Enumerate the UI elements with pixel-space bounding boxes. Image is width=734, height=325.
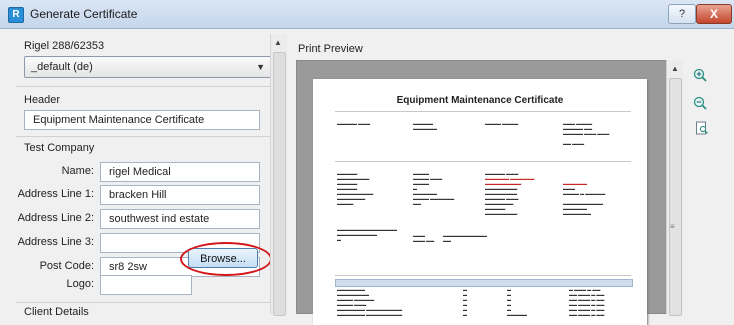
results-table-rows: ▬ ▬ ▬ ▬ ▬ ▬ bbox=[463, 287, 467, 317]
page-text-block: ▬▬▬▬▬ ▬▬▬▬▬▬ bbox=[413, 121, 437, 131]
page-rule bbox=[335, 111, 631, 112]
page-text-block: ▬▬▬▬▬▬▬▬▬▬▬ ▬▬ bbox=[443, 233, 487, 243]
template-dropdown-value: _default (de) bbox=[31, 61, 93, 73]
page-text-block: ▬▬▬▬▬ ▬▬▬ bbox=[337, 121, 371, 126]
page-rule bbox=[335, 275, 631, 276]
template-dropdown[interactable]: _default (de) ▼ bbox=[24, 56, 272, 78]
divider bbox=[16, 136, 286, 137]
close-button[interactable]: X bbox=[696, 4, 732, 24]
results-table-rows: ▬ ▬▬▬ ▬ ▬▬ ▬▬ ▬▬▬ ▬ ▬▬ ▬▬ ▬▬▬ ▬ ▬▬ ▬▬ ▬▬▬ ▬… bbox=[569, 287, 605, 317]
results-table-header bbox=[335, 279, 633, 287]
header-input[interactable]: Equipment Maintenance Certificate bbox=[24, 110, 260, 130]
results-table-rows: ▬▬▬▬▬▬▬ ▬▬▬▬▬▬▬▬ ▬▬▬▬ ▬▬▬▬▬ ▬▬▬▬ ▬▬▬ ▬▬▬▬▬▬▬… bbox=[337, 287, 403, 317]
logo-label: Logo: bbox=[66, 278, 94, 290]
title-bar: R Generate Certificate ? X bbox=[0, 0, 734, 29]
divider bbox=[16, 86, 286, 87]
client-details-label: Client Details bbox=[24, 306, 89, 318]
help-button[interactable]: ? bbox=[668, 4, 696, 24]
zoom-out-icon[interactable] bbox=[693, 96, 707, 110]
chevron-down-icon: ▼ bbox=[256, 62, 265, 72]
window-title: Generate Certificate bbox=[30, 7, 138, 21]
page-text-block: ▬▬▬▬▬▬ ▬▬▬ ▬▬▬▬ ▬ ▬▬▬▬▬ ▬▬▬▬▬▬▬▬▬▬ ▬▬▬▬▬▬ ▬▬▬… bbox=[563, 181, 606, 216]
print-preview-label: Print Preview bbox=[298, 43, 363, 55]
logo-path-input[interactable] bbox=[100, 275, 192, 295]
address-line-2-input[interactable]: southwest ind estate bbox=[100, 209, 260, 229]
page-text-block: ▬▬▬ ▬▬▬▬ ▬▬▬▬▬ ▬▬ ▬▬▬▬▬ ▬▬▬ ▬▬▬ ▬▬ ▬▬▬ bbox=[563, 121, 610, 146]
page-view-icon[interactable] bbox=[695, 121, 709, 135]
name-label: Name: bbox=[61, 165, 94, 177]
page-text-block: ▬▬▬ ▬▬▬ ▬▬ bbox=[413, 233, 435, 243]
page-text-block: ▬▬▬▬▬ ▬▬▬: ▬▬▬▬▬▬ ▬▬▬▬▬▬: ▬▬▬▬▬▬▬▬▬: ▬▬▬▬▬▬… bbox=[485, 171, 536, 216]
preview-scrollbar[interactable]: ▲ ≡ bbox=[666, 60, 683, 316]
app-icon: R bbox=[8, 7, 24, 23]
scroll-thumb[interactable] bbox=[273, 52, 286, 316]
page-text-block: ▬▬▬▬▬: ▬▬▬▬▬▬▬▬: ▬▬▬▬▬: ▬▬▬▬▬: ▬▬▬▬▬▬▬▬▬: ▬▬▬… bbox=[337, 171, 375, 206]
scroll-thumb[interactable] bbox=[669, 78, 682, 316]
scroll-up-icon[interactable]: ▲ bbox=[274, 38, 282, 47]
certificate-page: Equipment Maintenance Certificate ▬▬▬▬▬ … bbox=[313, 79, 647, 325]
page-text-block: ▬▬▬▬ ▬▬▬▬ bbox=[485, 121, 519, 126]
scroll-up-icon[interactable]: ▲ bbox=[671, 64, 679, 73]
address-line-1-label: Address Line 1: bbox=[17, 188, 94, 200]
divider bbox=[16, 302, 286, 303]
instrument-label: Rigel 288/62353 bbox=[24, 40, 105, 52]
settings-scrollbar[interactable]: ▲ bbox=[270, 34, 287, 316]
highlight-ring bbox=[180, 242, 272, 276]
print-preview-area[interactable]: Equipment Maintenance Certificate ▬▬▬▬▬ … bbox=[296, 60, 682, 325]
address-line-1-input[interactable]: bracken Hill bbox=[100, 185, 260, 205]
address-line-2-label: Address Line 2: bbox=[17, 212, 94, 224]
name-input[interactable]: rigel Medical bbox=[100, 162, 260, 182]
test-company-label: Test Company bbox=[24, 142, 95, 154]
header-section-label: Header bbox=[24, 94, 61, 106]
results-table-rows: ▬ ▬ ▬ ▬ ▬ ▬▬▬▬▬ bbox=[507, 287, 527, 317]
post-code-label: Post Code: bbox=[39, 260, 94, 272]
certificate-title: Equipment Maintenance Certificate bbox=[396, 95, 564, 106]
page-text-block: ▬▬▬▬▬▬▬▬▬▬▬▬▬▬▬ ▬▬▬▬▬▬▬▬▬▬ ▬ bbox=[337, 227, 397, 242]
zoom-in-icon[interactable] bbox=[693, 68, 707, 82]
address-line-3-label: Address Line 3: bbox=[17, 236, 94, 248]
page-text-block: ▬▬▬▬ ▬▬▬▬ ▬▬▬ ▬▬▬▬ ▬ ▬▬▬▬▬▬ ▬▬▬▬ ▬▬▬▬▬▬ ▬▬ bbox=[413, 171, 455, 206]
scroll-grip-icon: ≡ bbox=[670, 222, 675, 231]
page-rule bbox=[335, 161, 631, 162]
